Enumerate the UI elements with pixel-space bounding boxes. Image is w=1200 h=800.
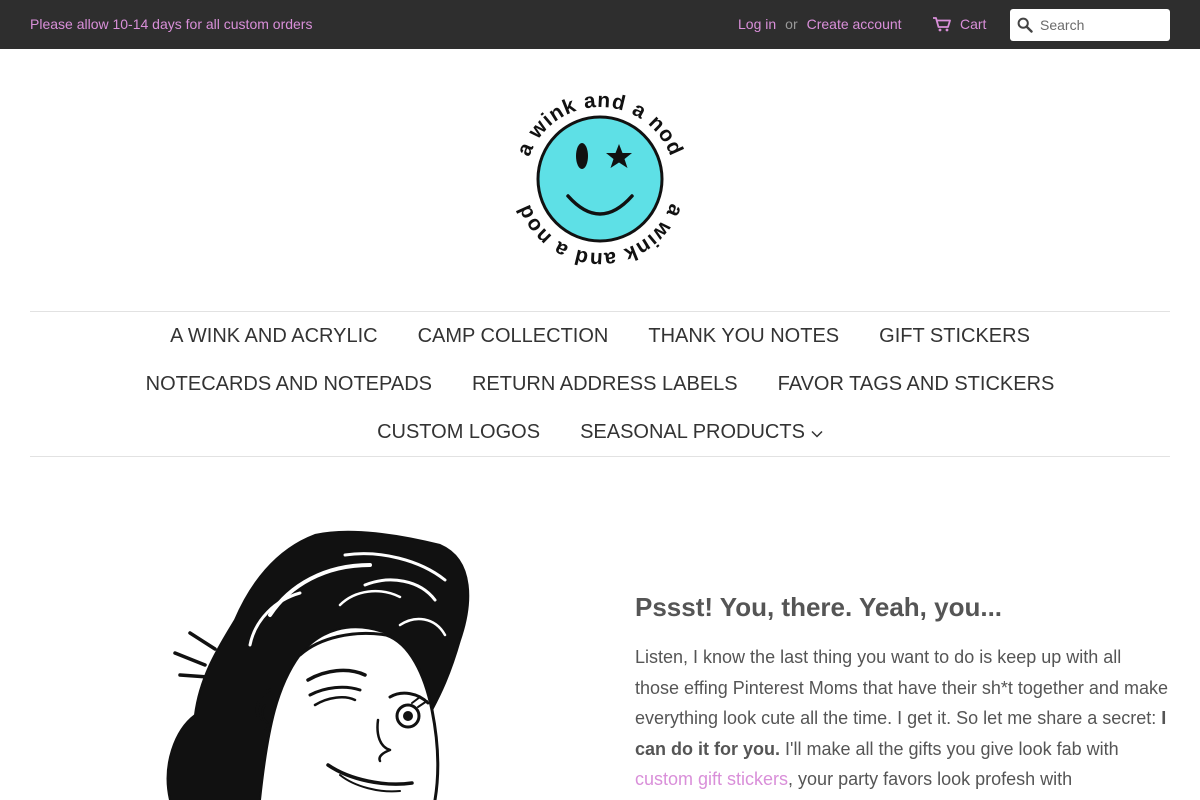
nav-item-return-address-labels[interactable]: RETURN ADDRESS LABELS — [472, 373, 738, 396]
main-navigation: A WINK AND ACRYLIC CAMP COLLECTION THANK… — [30, 311, 1170, 457]
custom-gift-stickers-link[interactable]: custom gift stickers — [635, 769, 788, 789]
nav-item-gift-stickers[interactable]: GIFT STICKERS — [879, 325, 1030, 348]
winking-woman-illustration — [166, 530, 470, 800]
nav-row: NOTECARDS AND NOTEPADS RETURN ADDRESS LA… — [30, 373, 1170, 396]
intro-section: Pssst! You, there. Yeah, you... Listen, … — [635, 592, 1170, 795]
search-icon[interactable] — [1010, 9, 1040, 41]
search-box — [1010, 9, 1170, 41]
cart-icon — [933, 17, 951, 32]
cart-link[interactable]: Cart — [932, 16, 986, 32]
intro-paragraph: Listen, I know the last thing you want t… — [635, 642, 1170, 795]
intro-text-start: Listen, I know the last thing you want t… — [635, 647, 1168, 728]
account-links: Log in or Create account — [738, 16, 902, 32]
create-account-link[interactable]: Create account — [807, 16, 902, 32]
cart-label: Cart — [960, 16, 987, 32]
nav-row: A WINK AND ACRYLIC CAMP COLLECTION THANK… — [30, 325, 1170, 348]
site-logo[interactable]: a wink and a nod a wink and a nod — [505, 90, 695, 270]
login-link[interactable]: Log in — [738, 16, 776, 32]
announcement-text: Please allow 10-14 days for all custom o… — [30, 16, 313, 32]
nav-item-custom-logos[interactable]: CUSTOM LOGOS — [377, 421, 540, 444]
announcement-bar: Please allow 10-14 days for all custom o… — [0, 0, 1200, 49]
nav-row: CUSTOM LOGOS SEASONAL PRODUCTS — [30, 421, 1170, 444]
nav-item-favor-tags-and-stickers[interactable]: FAVOR TAGS AND STICKERS — [778, 373, 1055, 396]
nav-item-notecards-and-notepads[interactable]: NOTECARDS AND NOTEPADS — [146, 373, 432, 396]
nav-item-seasonal-products[interactable]: SEASONAL PRODUCTS — [580, 421, 823, 444]
intro-text-mid: I'll make all the gifts you give look fa… — [780, 738, 1119, 759]
or-separator: or — [785, 16, 798, 32]
chevron-down-icon — [811, 430, 823, 438]
nav-item-camp-collection[interactable]: CAMP COLLECTION — [418, 325, 609, 348]
nav-item-a-wink-and-acrylic[interactable]: A WINK AND ACRYLIC — [170, 325, 377, 348]
intro-text-end: , your party favors look profesh with — [788, 769, 1073, 789]
search-input[interactable] — [1040, 10, 1164, 40]
smiley-face — [536, 115, 664, 243]
intro-heading: Pssst! You, there. Yeah, you... — [635, 592, 1003, 622]
nav-item-label: SEASONAL PRODUCTS — [580, 421, 805, 443]
nav-item-thank-you-notes[interactable]: THANK YOU NOTES — [648, 325, 839, 348]
